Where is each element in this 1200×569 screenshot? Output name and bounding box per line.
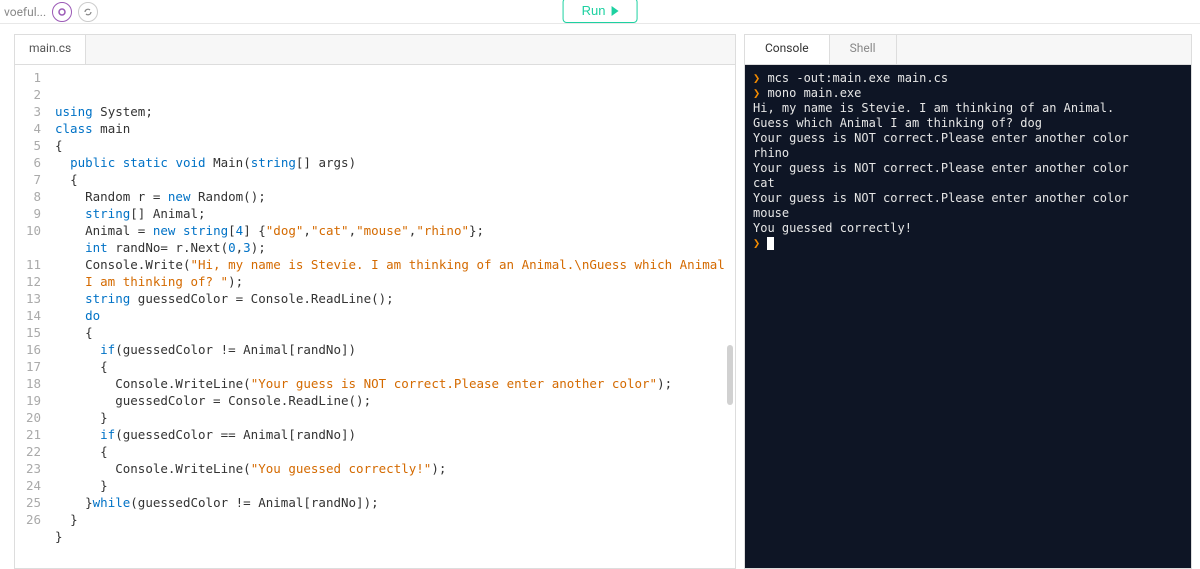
- run-label: Run: [582, 3, 606, 18]
- output-panel: Console Shell ❯ mcs -out:main.exe main.c…: [744, 34, 1192, 569]
- output-tab-bar: Console Shell: [745, 35, 1191, 65]
- code-area[interactable]: using System;class main{ public static v…: [49, 65, 735, 568]
- play-icon: [611, 6, 618, 16]
- settings-icon[interactable]: [52, 2, 72, 22]
- file-tab-bar: main.cs: [15, 35, 735, 65]
- line-gutter: 1234567891011121314151617181920212223242…: [15, 65, 49, 568]
- editor-scrollbar[interactable]: [727, 345, 733, 405]
- project-crumb: voeful...: [0, 2, 98, 22]
- console-output[interactable]: ❯ mcs -out:main.exe main.cs ❯ mono main.…: [745, 65, 1191, 568]
- tab-console[interactable]: Console: [745, 35, 830, 64]
- file-tab-main[interactable]: main.cs: [15, 35, 86, 64]
- code-editor[interactable]: 1234567891011121314151617181920212223242…: [15, 65, 735, 568]
- tab-shell[interactable]: Shell: [830, 35, 897, 64]
- top-toolbar: voeful... Run: [0, 0, 1200, 24]
- run-button[interactable]: Run: [563, 0, 638, 23]
- refresh-icon[interactable]: [78, 2, 98, 22]
- console-cursor: [767, 237, 774, 250]
- editor-panel: main.cs 12345678910111213141516171819202…: [14, 34, 736, 569]
- project-name: voeful...: [4, 5, 46, 19]
